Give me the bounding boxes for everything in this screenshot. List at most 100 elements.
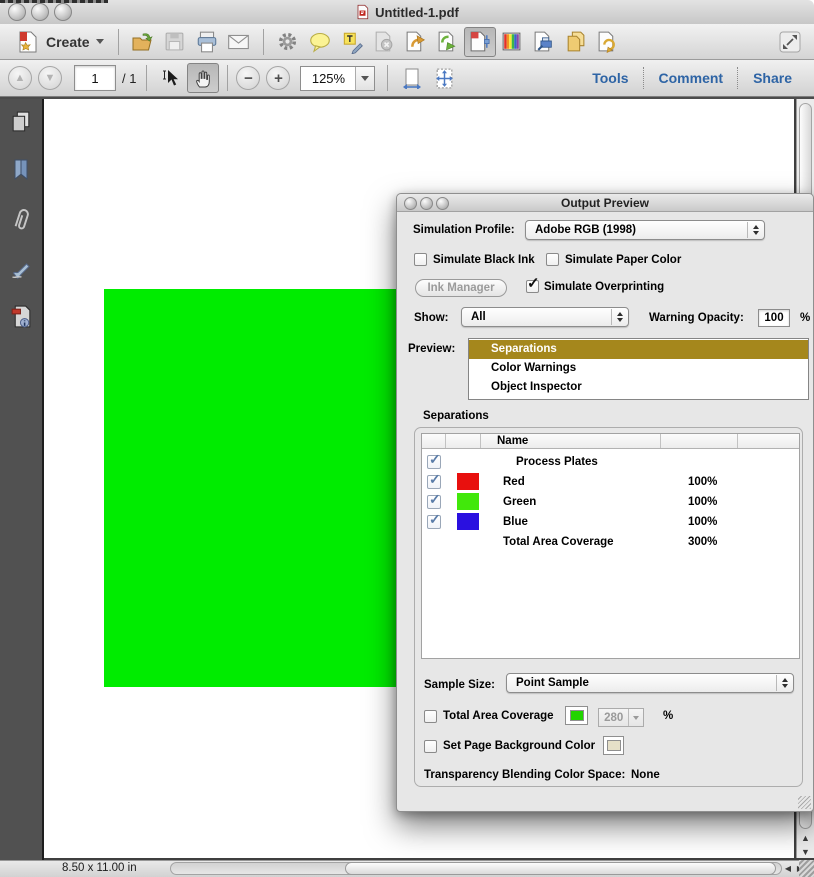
save-as-other-button[interactable] (432, 27, 464, 57)
plate-coverage: 300% (688, 536, 718, 548)
open-file-button[interactable] (127, 27, 159, 57)
simulate-paper-color-checkbox[interactable] (546, 253, 559, 266)
comment-button[interactable] (304, 27, 336, 57)
pages-panel-button[interactable] (9, 109, 34, 139)
zoom-in-button[interactable]: + (266, 66, 291, 90)
select-tool-button[interactable] (155, 63, 187, 93)
plate-name: Total Area Coverage (503, 536, 614, 548)
plate-name: Red (503, 476, 525, 488)
simulation-profile-select[interactable]: Adobe RGB (1998) (525, 220, 765, 240)
plate-name: Process Plates (516, 456, 598, 468)
signature-panel-button[interactable] (9, 258, 34, 285)
output-preview-button[interactable] (463, 26, 496, 57)
sample-size-label: Sample Size: (424, 679, 495, 691)
tac-color-well[interactable] (565, 706, 588, 725)
window-resize-grip[interactable] (799, 860, 814, 877)
ink-manager-button[interactable]: Ink Manager (415, 279, 507, 297)
page-number-input[interactable] (74, 65, 116, 91)
table-row[interactable]: ✓ Red 100% (422, 471, 799, 492)
tac-percent-combo[interactable]: 280 (598, 708, 644, 727)
toolbar-separator (146, 65, 148, 91)
separations-group-label: Separations (423, 410, 489, 422)
table-row[interactable]: ✓ Blue 100% (422, 511, 799, 532)
output-preview-dialog: Output Preview Simulation Profile: Adobe… (396, 193, 814, 812)
tools-panel-button[interactable]: Tools (578, 70, 642, 86)
action-wizard-button[interactable] (592, 27, 624, 57)
sample-size-select[interactable]: Point Sample (506, 673, 794, 693)
plate-checkbox[interactable]: ✓ (427, 511, 441, 529)
print-button[interactable] (191, 27, 223, 57)
simulate-black-ink-label: Simulate Black Ink (433, 254, 535, 266)
remove-hidden-info-button[interactable] (368, 27, 400, 57)
table-row[interactable]: ✓ Process Plates (422, 451, 799, 472)
preview-label: Preview: (408, 343, 456, 355)
bookmarks-panel-icon (14, 159, 28, 181)
horizontal-scrollbar-thumb[interactable] (345, 862, 776, 875)
simulation-profile-label: Simulation Profile: (413, 224, 515, 236)
dialog-zoom-button[interactable] (436, 197, 449, 210)
warning-opacity-input[interactable] (758, 309, 790, 327)
preview-option-object-inspector[interactable]: Object Inspector (469, 378, 808, 397)
fit-page-button[interactable] (428, 63, 460, 93)
plate-color-swatch (457, 513, 479, 530)
color-tools-button[interactable] (496, 27, 528, 57)
plate-checkbox[interactable]: ✓ (427, 491, 441, 509)
plate-color-swatch (457, 493, 479, 510)
settings-button[interactable] (272, 27, 304, 57)
dialog-titlebar[interactable]: Output Preview (397, 194, 813, 212)
total-area-coverage-checkbox[interactable] (424, 710, 437, 723)
highlight-text-button[interactable] (336, 27, 368, 57)
fit-width-button[interactable] (396, 63, 428, 93)
export-pdf-button[interactable] (400, 27, 432, 57)
plate-checkbox[interactable]: ✓ (427, 451, 441, 469)
save-button[interactable] (159, 27, 191, 57)
attachments-panel-button[interactable] (8, 206, 34, 239)
zoom-level-combo[interactable]: 125% (300, 65, 376, 91)
action-wizard-icon (598, 31, 615, 53)
main-toolbar: Create (0, 24, 814, 60)
create-button[interactable]: Create (10, 28, 110, 56)
table-row[interactable]: ✓ Green 100% (422, 491, 799, 512)
scroll-down-button[interactable]: ▼ (797, 845, 814, 859)
bookmarks-panel-button[interactable] (9, 158, 33, 187)
combine-files-icon (567, 31, 585, 52)
dialog-resize-grip[interactable] (798, 796, 811, 809)
dialog-close-button[interactable] (404, 197, 417, 210)
total-area-coverage-label: Total Area Coverage (443, 710, 554, 722)
expand-toolbar-button[interactable] (774, 27, 806, 57)
set-page-bg-label: Set Page Background Color (443, 740, 596, 752)
email-icon (228, 34, 249, 49)
pdf-doc-icon (355, 4, 370, 20)
plate-coverage: 100% (688, 496, 718, 508)
dialog-minimize-button[interactable] (420, 197, 433, 210)
comment-panel-button[interactable]: Comment (645, 70, 738, 86)
plate-checkbox[interactable]: ✓ (427, 471, 441, 489)
zoom-dropdown-arrow[interactable] (355, 66, 375, 90)
next-page-button[interactable]: ▼ (38, 66, 62, 90)
share-panel-button[interactable]: Share (739, 70, 806, 86)
preview-option-separations[interactable]: Separations (469, 340, 808, 359)
hand-tool-button[interactable] (187, 63, 220, 93)
scroll-left-button[interactable]: ◀ (782, 862, 794, 875)
gear-icon (279, 32, 297, 51)
previous-page-button[interactable]: ▲ (8, 66, 32, 90)
page-bg-color-well[interactable] (603, 736, 624, 755)
preview-option-color-warnings[interactable]: Color Warnings (469, 359, 808, 378)
print-production-button[interactable] (528, 27, 560, 57)
email-button[interactable] (223, 27, 255, 57)
set-page-bg-checkbox[interactable] (424, 740, 437, 753)
simulate-overprinting-checkbox[interactable]: ✓ (526, 275, 540, 293)
zoom-out-button[interactable]: − (236, 66, 261, 90)
simulate-black-ink-checkbox[interactable] (414, 253, 427, 266)
table-row[interactable]: Total Area Coverage 300% (422, 532, 799, 552)
fit-width-icon (403, 68, 422, 89)
window-title-area: Untitled-1.pdf (0, 0, 814, 24)
transparency-label: Transparency Blending Color Space: (424, 769, 626, 781)
separations-table-header: Name (422, 434, 799, 449)
standards-panel-button[interactable] (9, 304, 34, 335)
plate-name: Green (503, 496, 537, 508)
standards-panel-icon (11, 305, 30, 328)
show-select[interactable]: All (461, 307, 629, 327)
scroll-up-button[interactable]: ▲ (797, 831, 814, 845)
combine-files-button[interactable] (560, 27, 592, 57)
